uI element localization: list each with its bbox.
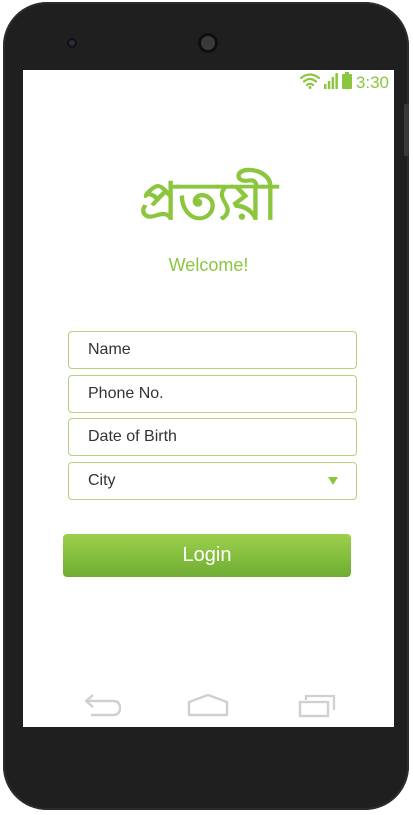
app-logo: প্রত্যয়ী	[23, 166, 394, 238]
front-camera	[67, 38, 77, 48]
home-icon[interactable]	[186, 691, 230, 719]
dob-placeholder: Date of Birth	[88, 428, 177, 445]
dob-field[interactable]: Date of Birth	[68, 418, 357, 456]
name-field[interactable]: Name	[68, 331, 357, 369]
phone-placeholder: Phone No.	[88, 385, 164, 402]
logo-text: প্রত্যয়ী	[139, 172, 278, 232]
phone-field[interactable]: Phone No.	[68, 375, 357, 413]
phone-side-button	[404, 104, 409, 156]
status-bar: 3:30	[23, 70, 394, 96]
status-icons: 3:30	[299, 72, 389, 94]
app-screen: 3:30 প্রত্যয়ী Welcome! Name Phone No. D…	[23, 70, 394, 727]
navigation-bar	[23, 685, 394, 725]
status-time: 3:30	[355, 73, 389, 92]
phone-frame: 3:30 প্রত্যয়ী Welcome! Name Phone No. D…	[3, 2, 409, 810]
city-select[interactable]: City	[68, 462, 357, 500]
signal-icon	[323, 72, 338, 94]
battery-icon	[341, 72, 352, 94]
login-button[interactable]: Login	[63, 534, 351, 577]
back-icon[interactable]	[81, 691, 123, 719]
wifi-icon	[299, 72, 321, 94]
recents-icon[interactable]	[297, 691, 337, 719]
city-selected-value: City	[88, 472, 116, 489]
chevron-down-icon	[328, 477, 338, 485]
earpiece-speaker	[198, 33, 218, 53]
welcome-text: Welcome!	[168, 255, 249, 275]
login-label: Login	[182, 544, 232, 566]
name-placeholder: Name	[88, 341, 131, 358]
